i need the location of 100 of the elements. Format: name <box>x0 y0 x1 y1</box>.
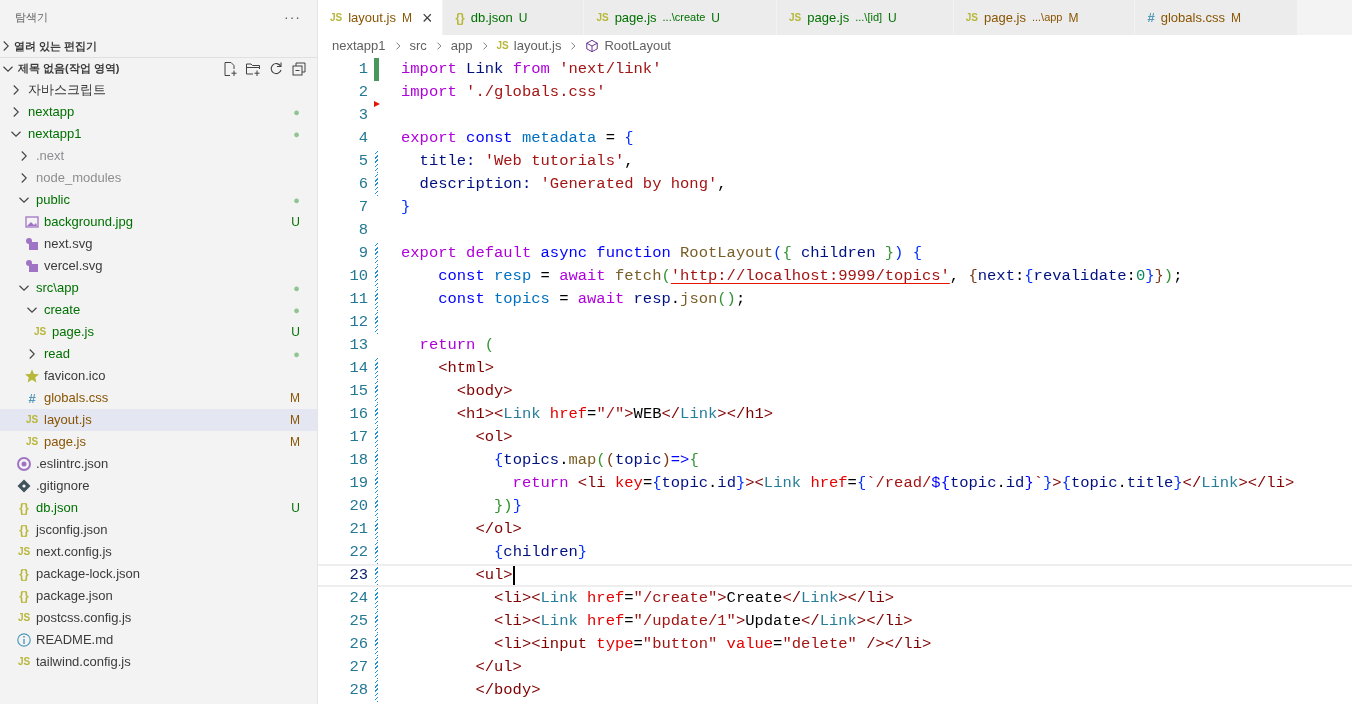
tab-label: layout.js <box>348 8 396 27</box>
tree-row[interactable]: favicon.ico <box>0 365 317 387</box>
breadcrumb-item[interactable]: app <box>450 36 473 56</box>
refresh-icon[interactable] <box>268 60 284 77</box>
new-file-icon[interactable] <box>222 60 238 77</box>
editor-tab[interactable]: JS page.js ...\[id] U <box>777 0 954 35</box>
dot-icon: ● <box>293 345 300 363</box>
file-name: layout.js <box>44 411 93 430</box>
file-name: db.json <box>36 499 79 518</box>
editor-tab[interactable]: JS page.js ...\create U <box>584 0 777 35</box>
folder-name: nextapp1 <box>28 125 83 144</box>
line-number: 23 <box>348 564 368 586</box>
tree-row[interactable]: public ● <box>0 189 317 211</box>
tree-row[interactable]: JS layout.js M <box>0 409 317 431</box>
tree-row[interactable]: nextapp ● <box>0 101 317 123</box>
code-line: <h1><Link href="/">WEB</Link></h1> <box>455 404 774 425</box>
tab-label: page.js <box>614 8 657 27</box>
code-line: } <box>401 197 411 218</box>
line-number: 1 <box>357 58 368 80</box>
more-actions-button[interactable]: ··· <box>284 7 301 28</box>
line-number: 5 <box>357 150 368 172</box>
line-number: 22 <box>348 541 368 563</box>
editor-tab[interactable]: JS page.js ...\app M <box>953 0 1136 35</box>
code-line: export default async function RootLayout({ children }) { <box>401 243 922 264</box>
code-line: </ul> <box>474 657 522 678</box>
js-file-icon: JS <box>25 415 39 425</box>
tree-row[interactable]: README.md <box>0 629 317 651</box>
tree-row[interactable]: {} db.json U <box>0 497 317 519</box>
tree-row[interactable]: JS next.config.js <box>0 541 317 563</box>
code-line: import './globals.css' <box>401 82 606 103</box>
tree-row[interactable]: background.jpg U <box>0 211 317 233</box>
code-line: return ( <box>418 335 495 356</box>
breadcrumb-item[interactable]: nextapp1 <box>332 36 386 56</box>
editor-tab[interactable]: # globals.css M <box>1135 0 1299 35</box>
file-name: jsconfig.json <box>36 521 109 540</box>
tree-row[interactable]: src\app ● <box>0 277 317 299</box>
tab-path: ...\app <box>1031 10 1063 26</box>
tree-row[interactable]: nextapp1 ● <box>0 123 317 145</box>
tree-row[interactable]: vercel.svg <box>0 255 317 277</box>
js-file-icon: JS <box>965 12 978 23</box>
new-folder-icon[interactable] <box>245 60 261 77</box>
file-name: package.json <box>36 587 114 606</box>
tree-row[interactable]: read ● <box>0 343 317 365</box>
breadcrumb-item[interactable]: src <box>409 36 427 56</box>
close-tab-button[interactable]: × <box>421 8 433 27</box>
line-number: 28 <box>348 679 368 701</box>
js-file-icon: JS <box>17 547 31 557</box>
editor-tab[interactable]: JS layout.js M × <box>318 0 444 35</box>
line-number: 20 <box>348 495 368 517</box>
tree-row[interactable]: next.svg <box>0 233 317 255</box>
tab-path: ...\[id] <box>855 10 883 26</box>
file-name: next.config.js <box>36 543 113 562</box>
shapes-icon <box>24 236 40 252</box>
js-file-icon: JS <box>17 613 31 623</box>
code-line: const topics = await resp.json(); <box>437 289 746 310</box>
folder-name: node_modules <box>36 169 123 188</box>
line-number: 6 <box>357 173 368 195</box>
collapse-all-icon[interactable] <box>291 60 307 77</box>
code-line: <ol> <box>474 427 513 448</box>
file-name: globals.css <box>44 389 110 408</box>
code-line: </body> <box>474 680 541 701</box>
tree-row[interactable]: JS page.js M <box>0 431 317 453</box>
editor-tab[interactable]: {} db.json U <box>443 0 585 35</box>
tree-row[interactable]: JS postcss.config.js <box>0 607 317 629</box>
section-header[interactable]: 제목 없음(작업 영역) <box>18 60 222 77</box>
tree-row[interactable]: .gitignore <box>0 475 317 497</box>
line-number: 25 <box>348 610 368 632</box>
tree-row[interactable]: JS page.js U <box>0 321 317 343</box>
line-number: 26 <box>348 633 368 655</box>
code-line: <li><input type="button" value="delete" /></li> <box>493 634 932 655</box>
breadcrumb-item[interactable]: RootLayout <box>604 36 671 56</box>
line-number: 7 <box>357 196 368 218</box>
code-line: <li><Link href="/update/1">Update</Link></li> <box>493 611 913 632</box>
json-file-icon: {} <box>19 590 29 602</box>
tree-row[interactable]: {} jsconfig.json <box>0 519 317 541</box>
breadcrumb-item[interactable]: layout.js <box>513 36 562 56</box>
tab-label: page.js <box>807 8 850 27</box>
tree-row[interactable]: JS tailwind.config.js <box>0 651 317 673</box>
folder-name: .next <box>36 147 66 166</box>
line-number: 9 <box>357 242 368 264</box>
file-name: .eslintrc.json <box>36 455 110 474</box>
tree-row[interactable]: {} package.json <box>0 585 317 607</box>
line-number: 4 <box>357 127 368 149</box>
git-status-letter: M <box>401 9 412 27</box>
js-file-icon: JS <box>25 437 39 447</box>
file-name: README.md <box>36 631 115 650</box>
js-file-icon: JS <box>33 327 47 337</box>
tree-row[interactable]: {} package-lock.json <box>0 563 317 585</box>
section-header[interactable]: 열려 있는 편집기 <box>14 37 307 55</box>
tree-row[interactable]: # globals.css M <box>0 387 317 409</box>
line-number: 11 <box>348 288 368 310</box>
file-name: page.js <box>44 433 87 452</box>
file-name: package-lock.json <box>36 565 142 584</box>
folder-name: src\app <box>36 279 80 298</box>
folder-name: public <box>36 191 71 210</box>
code-line: export const metadata = { <box>401 128 634 149</box>
tree-row[interactable]: .eslintrc.json <box>0 453 317 475</box>
js-file-icon: JS <box>596 12 609 23</box>
tree-row[interactable]: create ● <box>0 299 317 321</box>
tree-row[interactable]: 자바스크립트 <box>0 79 317 101</box>
